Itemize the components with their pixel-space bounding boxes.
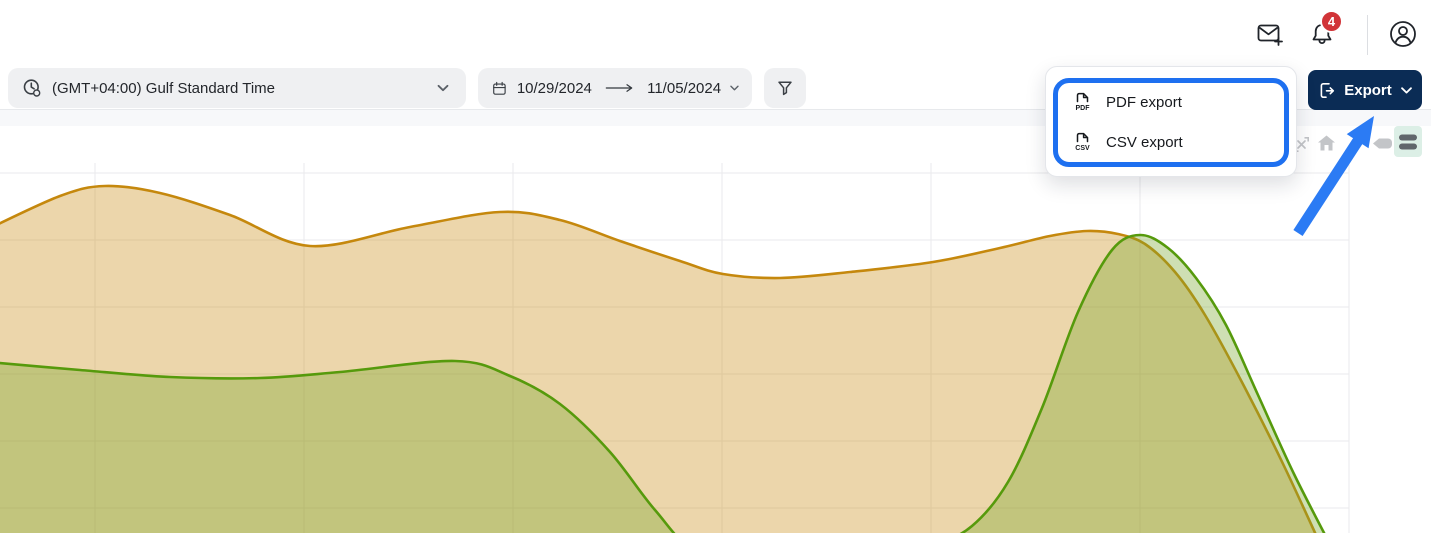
calendar-icon: [492, 79, 507, 98]
filter-button[interactable]: [764, 68, 806, 108]
timezone-select[interactable]: (GMT+04:00) Gulf Standard Time: [8, 68, 466, 108]
timezone-value: (GMT+04:00) Gulf Standard Time: [52, 80, 275, 97]
export-button[interactable]: Export: [1308, 70, 1422, 110]
export-button-label: Export: [1344, 82, 1392, 99]
chevron-down-icon: [1400, 86, 1413, 95]
compose-mail-button[interactable]: [1254, 18, 1286, 50]
page: 4 (GMT+04:00) Gulf Standard Time 10/29/2…: [0, 0, 1431, 533]
svg-text:PDF: PDF: [1076, 105, 1091, 112]
date-range-picker[interactable]: 10/29/2024 11/05/2024: [478, 68, 752, 108]
menu-item-label: CSV export: [1106, 134, 1183, 151]
menu-item-pdf-export[interactable]: PDF PDF export: [1058, 82, 1284, 122]
user-avatar-icon: [1387, 18, 1419, 50]
menu-item-label: PDF export: [1106, 94, 1182, 111]
topbar-divider: [1367, 15, 1368, 55]
home-icon: [1316, 133, 1337, 153]
csv-file-icon: CSV: [1072, 131, 1092, 153]
notification-badge: 4: [1320, 10, 1343, 33]
export-dropdown-menu: PDF PDF export CSV CSV export: [1045, 66, 1297, 177]
export-file-icon: [1317, 81, 1336, 100]
chevron-down-icon: [436, 83, 450, 93]
filter-funnel-icon: [775, 78, 795, 98]
date-start: 10/29/2024: [517, 80, 592, 97]
pan-button[interactable]: [1371, 136, 1394, 151]
home-reset-button[interactable]: [1316, 133, 1337, 153]
menu-item-csv-export[interactable]: CSV CSV export: [1058, 122, 1284, 162]
date-end: 11/05/2024: [647, 80, 721, 97]
chart-menu-icon: [1396, 130, 1420, 154]
chevron-down-icon: [729, 83, 740, 93]
pan-left-icon: [1371, 136, 1394, 151]
chart-menu-button[interactable]: [1394, 126, 1422, 157]
profile-button[interactable]: [1386, 17, 1420, 51]
pdf-file-icon: PDF: [1072, 91, 1092, 113]
arrow-right-icon: [604, 82, 635, 94]
svg-text:CSV: CSV: [1075, 145, 1090, 152]
clock-timezone-icon: [22, 78, 42, 98]
mail-plus-icon: [1255, 19, 1285, 49]
